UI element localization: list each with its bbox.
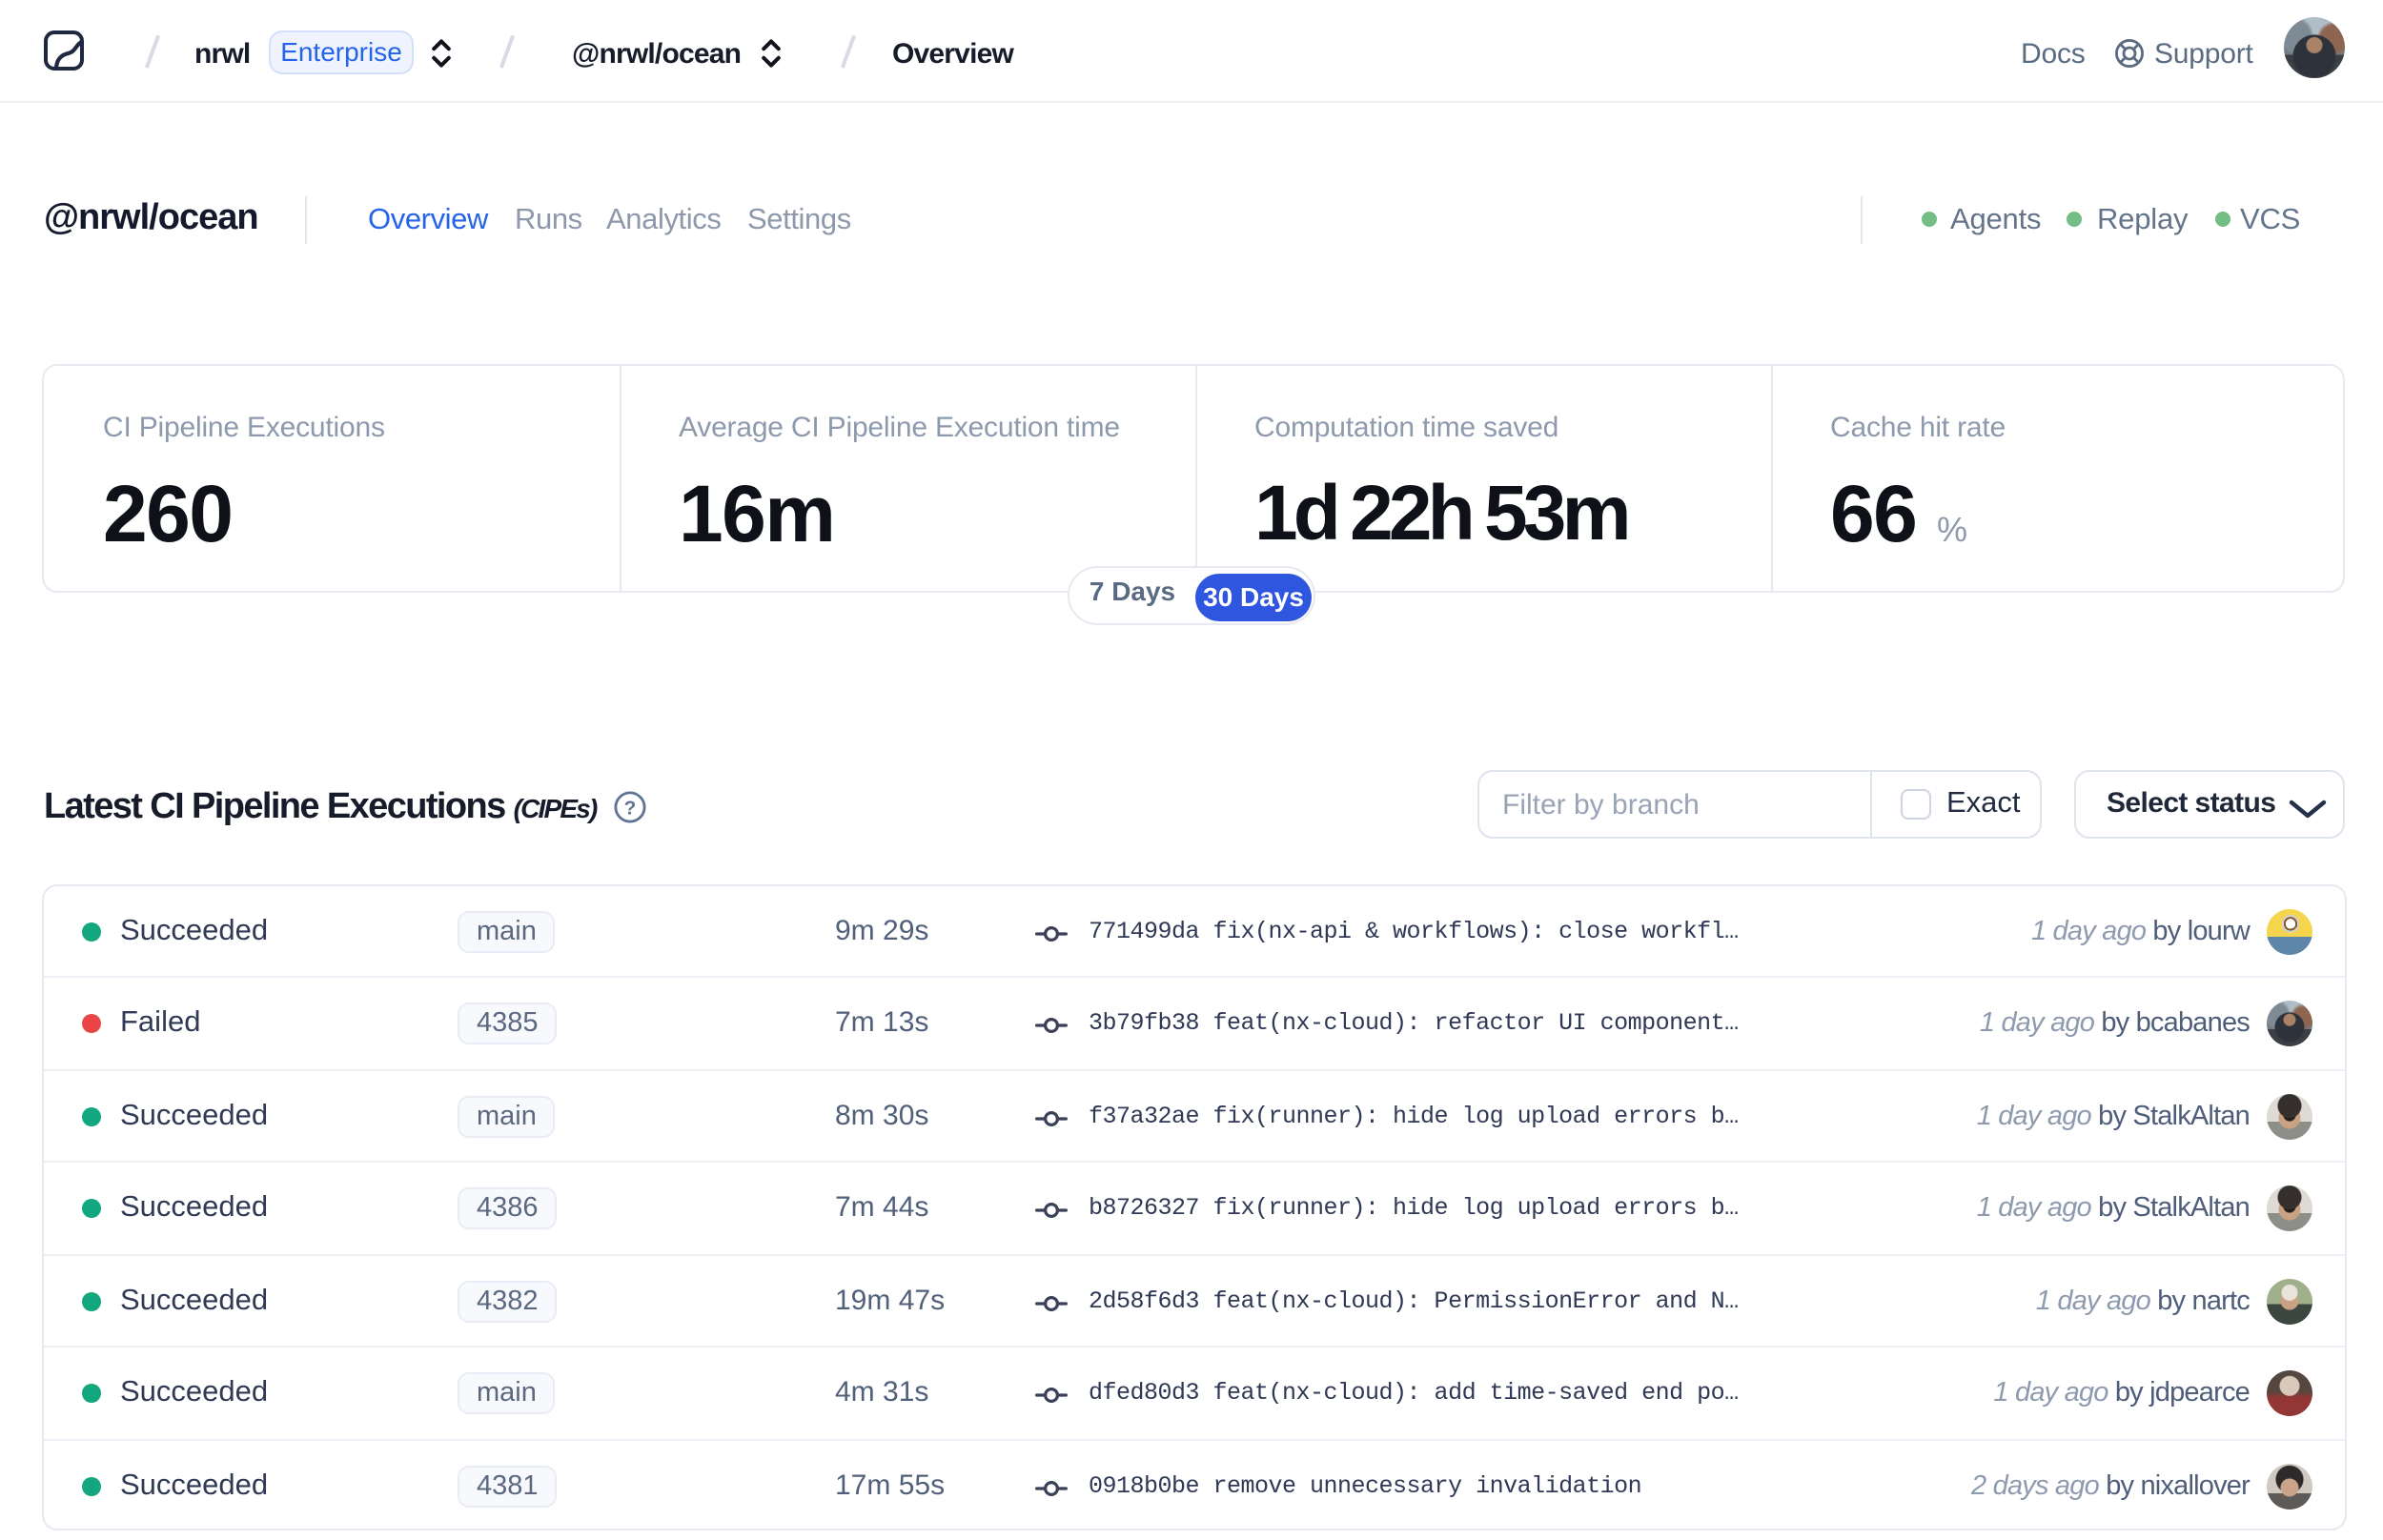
svg-text:?: ?: [624, 798, 637, 820]
